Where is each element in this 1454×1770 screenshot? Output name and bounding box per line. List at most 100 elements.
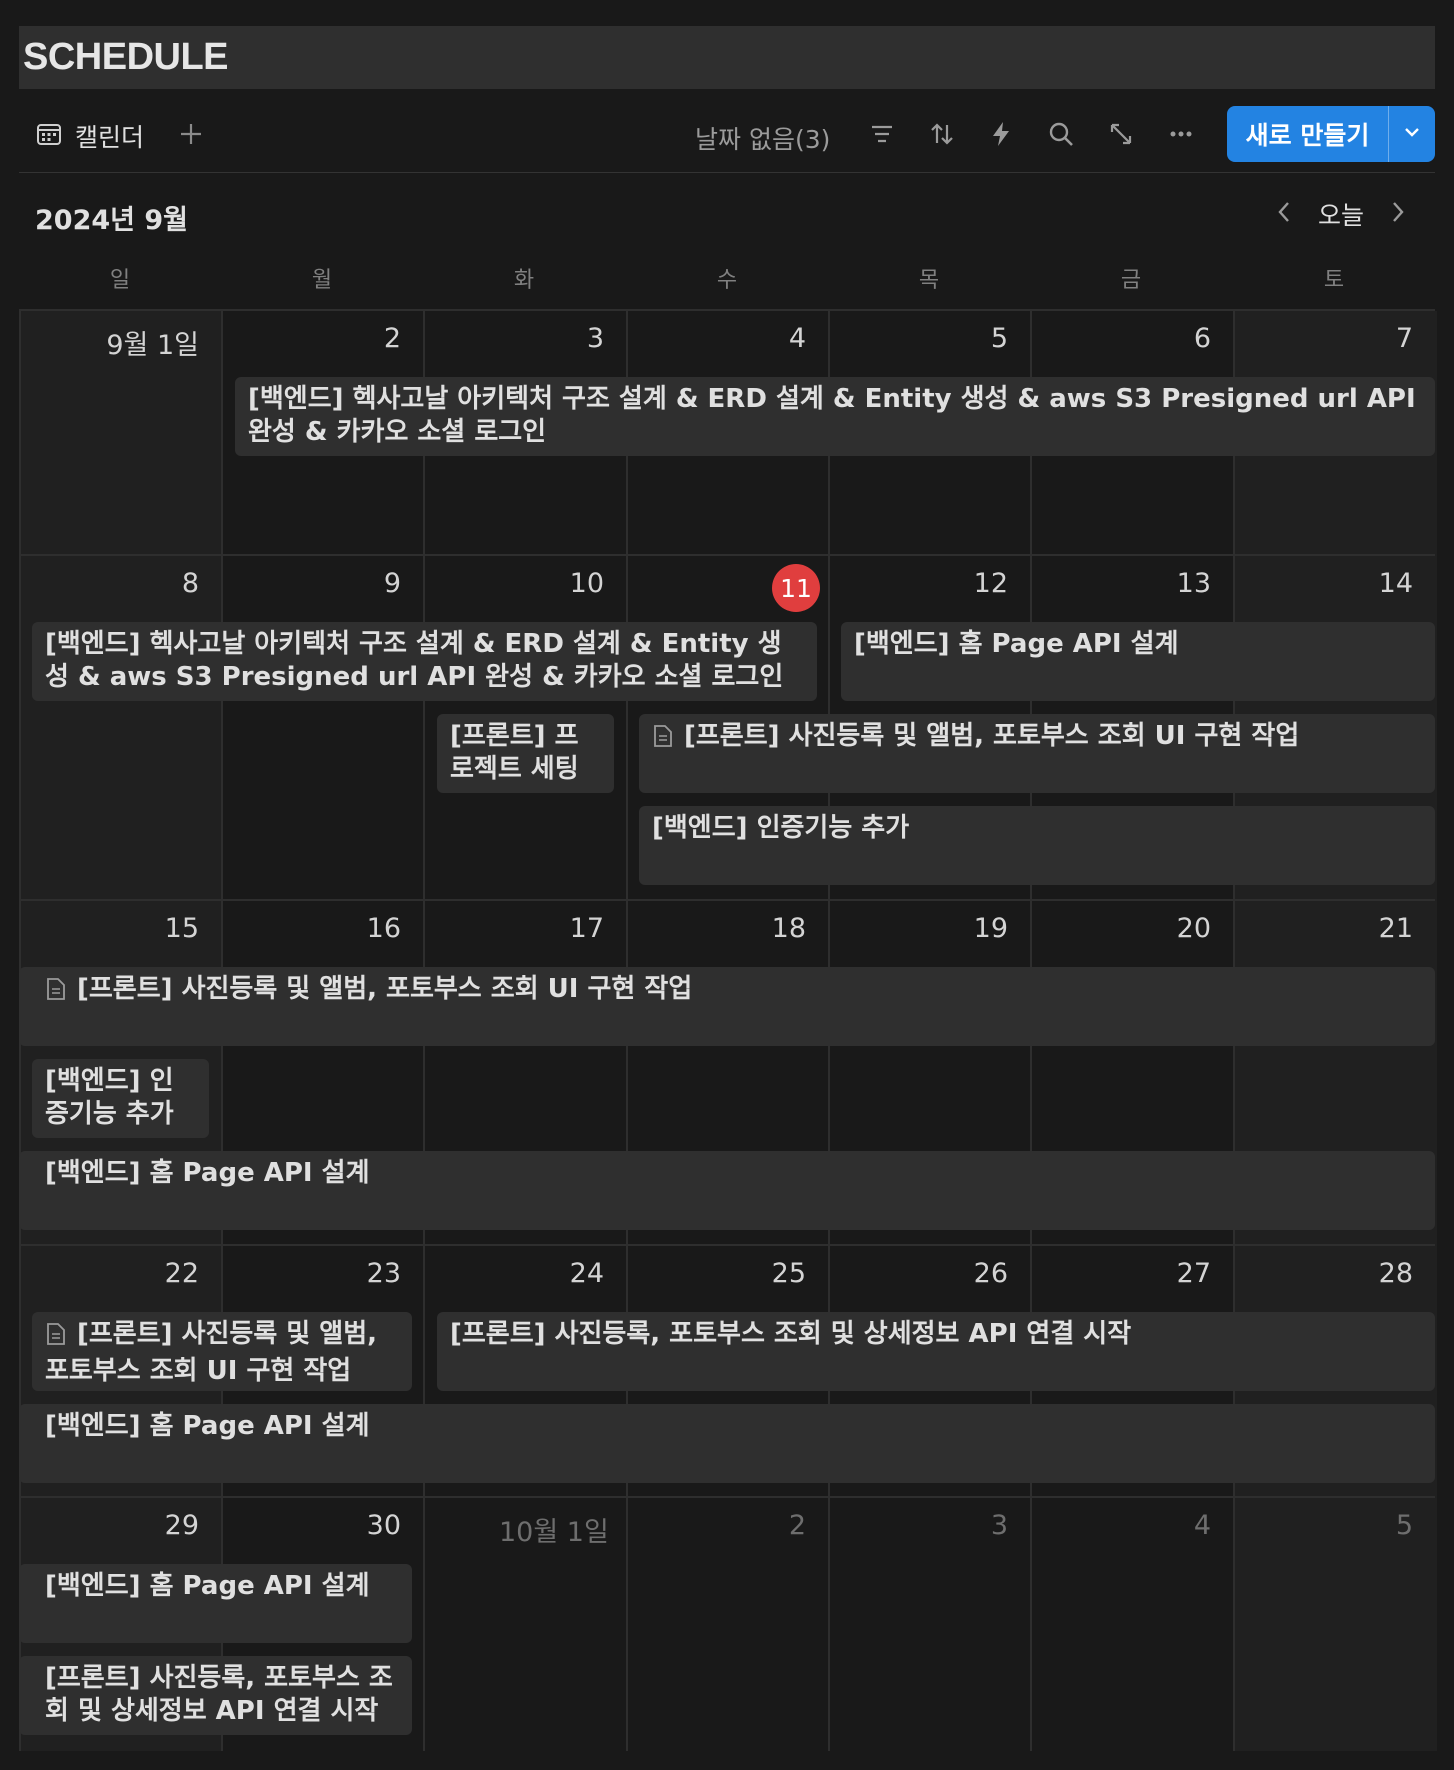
day-number: 2 [383,323,401,354]
day-cell[interactable]: 8 [19,556,223,901]
day-number: 10월 1일 [499,1517,609,1548]
day-number: 10 [569,568,604,599]
page-title-bar: SCHEDULE [19,26,1435,89]
page-title[interactable]: SCHEDULE [23,36,229,79]
event-card[interactable]: [백엔드] 인증기능 추가 [32,1059,209,1138]
sort-icon [927,119,957,153]
toolbar-divider [19,172,1435,173]
week-row: 29 30 10월 1일 2 3 4 5 [백엔드] 홈 Page API 설계… [19,1496,1437,1751]
day-number: 24 [569,1258,604,1289]
day-number: 2 [788,1510,806,1541]
event-card[interactable]: [백엔드] 헥사고날 아키텍처 구조 설계 & ERD 설계 & Entity … [235,377,1435,456]
day-number: 16 [366,913,401,944]
sort-button[interactable] [922,116,962,156]
event-card[interactable]: [백엔드] 헥사고날 아키텍처 구조 설계 & ERD 설계 & Entity … [32,622,817,701]
day-cell[interactable]: 10월 1일 [423,1498,628,1751]
day-number: 3 [990,1510,1008,1541]
day-number: 29 [164,1510,199,1541]
new-dropdown-button[interactable] [1389,106,1435,162]
week-row: 8 9 10 11 12 13 14 [백엔드] 헥사고날 아키텍처 구조 설계… [19,554,1437,901]
day-number: 9월 1일 [106,330,199,361]
chevron-down-icon [1401,121,1423,147]
event-card[interactable]: [프론트] 프로젝트 세팅 [437,714,614,793]
add-view-button[interactable] [171,116,211,156]
next-month-button[interactable] [1384,199,1412,229]
weekday-mon: 월 [311,268,333,293]
today-marker: 11 [772,564,820,612]
weekday-sun: 일 [109,268,131,293]
day-number: 5 [1395,1510,1413,1541]
event-card[interactable]: [백엔드] 홈 Page API 설계 [19,1404,1435,1483]
day-cell[interactable]: 2 [626,1498,830,1751]
expand-button[interactable] [1101,116,1141,156]
weekday-thu: 목 [918,268,940,293]
event-card[interactable]: [프론트] 사진등록 및 앨범, 포토부스 조회 UI 구현 작업 [639,714,1435,793]
day-number: 23 [366,1258,401,1289]
day-number: 4 [788,323,806,354]
view-tab-calendar[interactable]: 캘린더 [35,116,144,156]
weekday-fri: 금 [1120,268,1142,293]
today-button[interactable]: 오늘 [1318,196,1364,232]
day-number: 7 [1395,323,1413,354]
event-card[interactable]: [백엔드] 홈 Page API 설계 [19,1151,1435,1230]
month-label: 2024년 9월 [35,205,189,236]
calendar-grid: 9월 1일 2 3 4 5 6 7 [백엔드] 헥사고날 아키텍처 구조 설계 … [19,309,1437,1751]
document-icon [45,1322,67,1355]
month-nav: 오늘 [1270,193,1412,235]
day-number: 4 [1193,1510,1211,1541]
lightning-icon [986,119,1016,153]
expand-icon [1106,119,1136,153]
event-card[interactable]: [백엔드] 인증기능 추가 [639,806,1435,885]
day-cell[interactable]: 9월 1일 [19,311,223,556]
event-card[interactable]: [백엔드] 홈 Page API 설계 [19,1564,412,1643]
toolbar: 캘린더 날짜 없음(3) 새로 만들기 [19,104,1435,173]
chevron-right-icon [1388,199,1408,229]
week-row: 9월 1일 2 3 4 5 6 7 [백엔드] 헥사고날 아키텍처 구조 설계 … [19,309,1437,556]
weekday-sat: 토 [1323,268,1345,293]
prev-month-button[interactable] [1270,199,1298,229]
day-number: 18 [771,913,806,944]
day-number: 30 [366,1510,401,1541]
weekday-tue: 화 [513,268,535,293]
event-card[interactable]: [백엔드] 홈 Page API 설계 [841,622,1435,701]
day-cell[interactable]: 5 [1233,1498,1437,1751]
no-date-button[interactable]: 날짜 없음(3) [695,120,830,156]
event-card[interactable]: [프론트] 사진등록 및 앨범, 포토부스 조회 UI 구현 작업 [19,967,1435,1046]
search-button[interactable] [1041,116,1081,156]
more-button[interactable] [1161,116,1201,156]
day-number: 12 [973,568,1008,599]
day-number: 20 [1176,913,1211,944]
day-number: 5 [990,323,1008,354]
plus-icon [176,119,206,153]
day-number: 28 [1378,1258,1413,1289]
day-number: 6 [1193,323,1211,354]
day-number: 21 [1378,913,1413,944]
day-cell[interactable]: 3 [828,1498,1032,1751]
day-number: 15 [164,913,199,944]
more-icon [1166,119,1196,153]
document-icon [652,724,674,757]
filter-button[interactable] [862,116,902,156]
day-number: 22 [164,1258,199,1289]
day-cell[interactable]: 9 [221,556,425,901]
event-card[interactable]: [프론트] 사진등록 및 앨범, 포토부스 조회 UI 구현 작업 [32,1312,412,1391]
calendar-icon [35,120,63,152]
day-number: 8 [181,568,199,599]
week-row: 22 23 24 25 26 27 28 [프론트] 사진등록 및 앨범, 포토… [19,1244,1437,1498]
filter-icon [867,119,897,153]
event-card[interactable]: [프론트] 사진등록, 포토부스 조회 및 상세정보 API 연결 시작 [437,1312,1435,1391]
day-cell[interactable]: 4 [1030,1498,1235,1751]
day-number: 3 [586,323,604,354]
new-button[interactable]: 새로 만들기 [1227,106,1388,162]
day-number: 19 [973,913,1008,944]
new-button-group: 새로 만들기 [1227,106,1435,162]
event-title: [프론트] 사진등록 및 앨범, 포토부스 조회 UI 구현 작업 [45,1319,377,1386]
weekday-wed: 수 [716,268,738,293]
document-icon [45,977,67,1010]
view-tab-label: 캘린더 [75,123,145,152]
day-number: 9 [383,568,401,599]
event-card[interactable]: [프론트] 사진등록, 포토부스 조회 및 상세정보 API 연결 시작 [19,1656,412,1735]
automation-button[interactable] [981,116,1021,156]
search-icon [1046,119,1076,153]
day-number: 27 [1176,1258,1211,1289]
